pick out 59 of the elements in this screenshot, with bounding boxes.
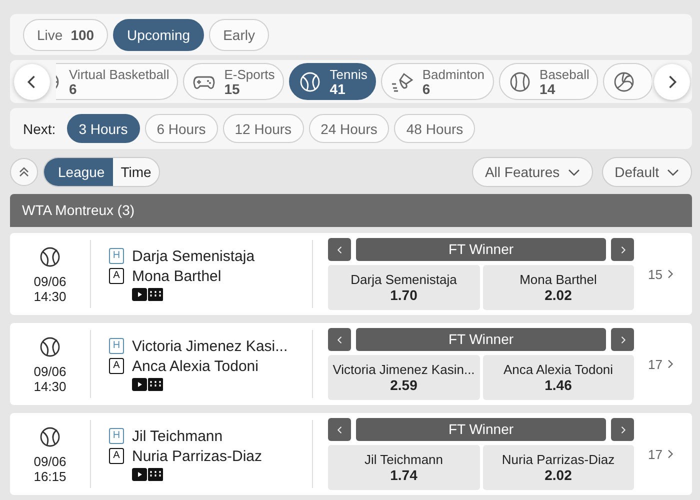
sport-name: Virtual Basketball	[69, 66, 170, 82]
more-markets-link[interactable]: 17	[648, 356, 676, 372]
odds-button[interactable]: Jil Teichmann 1.74	[328, 445, 480, 490]
odds-button[interactable]: Darja Semenistaja 1.70	[328, 265, 480, 310]
grouping-tab[interactable]: Time	[112, 158, 160, 186]
team-name: Jil Teichmann	[132, 428, 223, 444]
grouping-tab[interactable]: League	[44, 158, 113, 186]
time-filter-option[interactable]: 3 Hours	[66, 114, 140, 143]
away-badge: A	[109, 358, 124, 374]
sport-tab[interactable]: Baseball 14	[498, 63, 598, 100]
match-time: 14:30	[34, 288, 66, 304]
odds-button[interactable]: Mona Barthel 2.02	[482, 265, 634, 310]
time-filter-option[interactable]: 12 Hours	[222, 114, 304, 143]
odds-button[interactable]: Anca Alexia Todoni 1.46	[482, 355, 634, 400]
team-name: Nuria Parrizas-Diaz	[132, 448, 262, 464]
more-markets-link[interactable]: 17	[648, 446, 676, 462]
filter-label: Next:	[23, 120, 56, 136]
sport-count: 6	[69, 82, 77, 96]
match-date: 09/06	[34, 454, 66, 468]
sport-name: Baseball	[540, 66, 590, 82]
team-name: Darja Semenistaja	[132, 248, 255, 264]
match-time: 14:30	[34, 378, 66, 394]
team-name: Anca Alexia Todoni	[132, 358, 258, 374]
away-badge: A	[109, 448, 124, 464]
match-time: 16:15	[34, 468, 66, 484]
market-title: FT Winner	[356, 328, 606, 351]
time-filter-option[interactable]: 24 Hours	[308, 114, 390, 143]
dropdown[interactable]: Default	[602, 157, 692, 187]
market-title: FT Winner	[356, 238, 606, 261]
time-filter-option[interactable]: 48 Hours	[394, 114, 476, 143]
sport-name: Tennis	[330, 66, 368, 82]
sport-name: E-Sports	[224, 66, 275, 82]
sport-count: 14	[540, 82, 556, 96]
sport-tab[interactable]: Virtual Basketball 6	[56, 63, 178, 100]
sport-tab[interactable]: Tennis 41	[288, 63, 376, 100]
odds-button[interactable]: Nuria Parrizas-Diaz 2.02	[482, 445, 634, 490]
sport-count: 15	[224, 82, 240, 96]
home-badge: H	[109, 338, 124, 354]
away-badge: A	[109, 268, 124, 284]
sport-name: Badminton	[422, 66, 485, 82]
sport-count: 41	[330, 82, 346, 96]
match-date: 09/06	[34, 274, 66, 288]
sport-count: 6	[422, 82, 430, 96]
team-name: Mona Barthel	[132, 268, 222, 284]
sport-tab[interactable]: Badminton 6	[381, 63, 494, 100]
more-markets-link[interactable]: 15	[648, 266, 676, 282]
sport-tab[interactable]: E-Sports 15	[183, 63, 284, 100]
match-date: 09/06	[34, 364, 66, 378]
odds-button[interactable]: Victoria Jimenez Kasin... 2.59	[328, 355, 480, 400]
event-tab[interactable]: Upcoming	[113, 18, 204, 50]
home-badge: H	[109, 248, 124, 264]
dropdown[interactable]: All Features	[472, 157, 593, 187]
event-tab[interactable]: Live 100	[23, 18, 108, 50]
team-name: Victoria Jimenez Kasi...	[132, 338, 288, 354]
home-badge: H	[109, 428, 124, 444]
time-filter-option[interactable]: 6 Hours	[144, 114, 218, 143]
event-tab[interactable]: Early	[209, 18, 269, 50]
market-title: FT Winner	[356, 418, 606, 441]
league-header[interactable]: WTA Montreux (3)	[10, 194, 692, 227]
